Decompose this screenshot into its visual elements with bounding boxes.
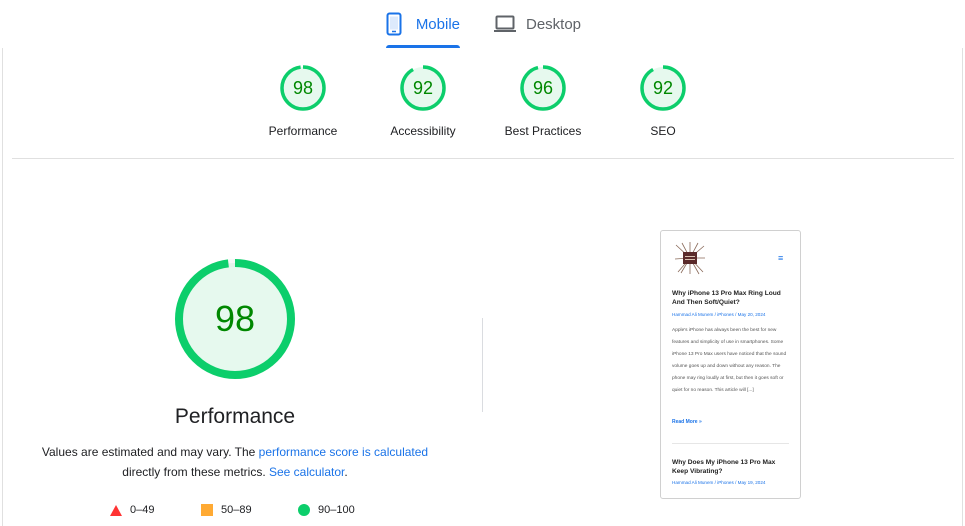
legend-fail: 0–49	[110, 502, 154, 518]
legend-average: 50–89	[201, 502, 252, 518]
category-score: 96	[532, 78, 554, 98]
category-gauge[interactable]: 92	[399, 64, 447, 112]
tab-mobile[interactable]: Mobile	[386, 0, 460, 48]
category-gauge[interactable]: 98	[279, 64, 327, 112]
site-logo-image	[673, 241, 707, 275]
performance-note: Values are estimated and may vary. The p…	[20, 442, 450, 482]
category-label: SEO	[650, 124, 676, 138]
performance-score-link[interactable]: performance score is calculated	[259, 445, 428, 459]
calculator-link[interactable]: See calculator	[269, 465, 344, 479]
section-divider	[12, 158, 954, 159]
category-gauge[interactable]: 92	[639, 64, 687, 112]
device-tabs: Mobile Desktop	[0, 0, 965, 48]
note-middle: directly from these metrics.	[122, 465, 269, 479]
laptop-icon	[494, 15, 516, 33]
performance-title: Performance	[174, 405, 296, 428]
final-screenshot[interactable]: ≡ Why iPhone 13 Pro Max Ring Loud And Th…	[660, 230, 801, 499]
pass-circle-icon	[298, 504, 310, 516]
category-score: 92	[652, 78, 674, 98]
post-excerpt-1: Apple's iPhone has always been the best …	[672, 328, 787, 393]
post-meta-2: Hammad Ali Munem / iPhones / May 19, 202…	[672, 480, 766, 485]
post-separator	[672, 443, 789, 444]
legend-fail-label: 0–49	[130, 504, 155, 516]
read-more-link: Read More »	[672, 419, 702, 425]
panel-border-left	[2, 48, 3, 526]
post-title-2: Why Does My iPhone 13 Pro Max Keep Vibra…	[672, 459, 776, 475]
category-score: 92	[412, 78, 434, 98]
performance-gauge: 98	[174, 258, 296, 380]
post-title-1: Why iPhone 13 Pro Max Ring Loud And Then…	[672, 290, 781, 306]
category-score: 98	[292, 78, 314, 98]
panel-border-right	[962, 48, 963, 526]
legend-average-label: 50–89	[221, 504, 252, 516]
tab-mobile-label: Mobile	[415, 15, 460, 33]
legend-pass: 90–100	[298, 502, 355, 518]
fail-triangle-icon	[110, 504, 122, 516]
post-meta-1: Hammad Ali Munem / iPhones / May 20, 202…	[672, 312, 766, 317]
note-prefix: Values are estimated and may vary. The	[41, 445, 259, 459]
category-label: Accessibility	[390, 124, 456, 138]
tab-desktop[interactable]: Desktop	[494, 0, 584, 48]
hamburger-menu-icon: ≡	[778, 253, 784, 263]
smartphone-icon	[386, 12, 406, 36]
tab-desktop-label: Desktop	[526, 15, 582, 33]
active-tab-indicator	[386, 45, 460, 48]
performance-score: 98	[214, 298, 256, 339]
category-label: Best Practices	[504, 124, 582, 138]
note-suffix: .	[344, 465, 348, 479]
category-label: Performance	[268, 124, 338, 138]
legend-pass-label: 90–100	[318, 504, 355, 516]
average-square-icon	[201, 504, 213, 516]
vertical-separator	[482, 318, 483, 412]
category-gauge[interactable]: 96	[519, 64, 567, 112]
